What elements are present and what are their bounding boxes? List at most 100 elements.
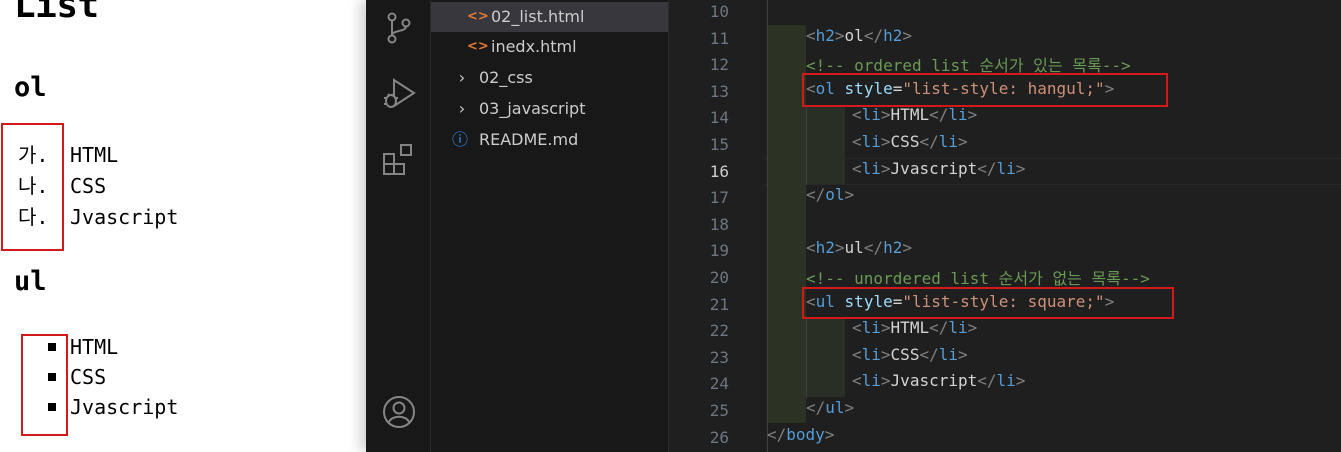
line-number: 26	[709, 427, 729, 447]
code-token: ol	[844, 25, 864, 45]
line-number: 14	[709, 108, 729, 128]
code-token: ul	[825, 398, 845, 417]
explorer-sidebar: <> 02_list.html <> inedx.html › 02_css ›…	[431, 0, 669, 452]
vscode-window: <> 02_list.html <> inedx.html › 02_css ›…	[366, 0, 1341, 452]
line-number: 10	[709, 2, 729, 21]
code-token: li	[948, 318, 968, 338]
info-icon: ⓘ	[452, 130, 469, 149]
explorer-item-inedx-html[interactable]: <> inedx.html	[431, 32, 668, 62]
explorer-item-label: inedx.html	[491, 37, 577, 56]
list-item-text: Jvascript	[70, 395, 179, 419]
code-line-15: <li>CSS</li>	[852, 132, 968, 151]
code-token: li	[996, 371, 1016, 391]
indent-highlight	[767, 25, 806, 423]
line-number: 24	[709, 374, 729, 394]
code-token: li	[861, 371, 881, 391]
chevron-right-icon: ›	[458, 68, 466, 87]
ol-style-highlight-box	[802, 73, 1168, 107]
line-number: 23	[709, 347, 729, 367]
line-number: 15	[709, 135, 729, 154]
chevron-right-icon: ›	[458, 99, 466, 118]
html-file-icon: <>	[467, 39, 489, 54]
code-token: body	[786, 424, 825, 444]
code-line-22: <li>HTML</li>	[852, 318, 978, 338]
explorer-item-label: 02_list.html	[491, 7, 585, 26]
line-number: 25	[709, 401, 729, 420]
indent-guide	[767, 0, 768, 452]
code-token: h2	[815, 238, 835, 258]
indent-highlight	[806, 318, 845, 397]
code-token: li	[861, 318, 881, 338]
code-token: li	[938, 344, 958, 364]
code-token: CSS	[890, 344, 920, 364]
ul-heading: ul	[14, 266, 47, 297]
code-token: li	[861, 105, 881, 125]
code-line-24: <li>Jvascript</li>	[852, 371, 1026, 391]
account-icon[interactable]	[381, 394, 417, 430]
code-line-25: </ul>	[806, 398, 855, 417]
explorer-folder-03-javascript[interactable]: › 03_javascript	[431, 94, 668, 124]
line-number: 18	[709, 214, 729, 234]
indent-guide	[806, 105, 807, 185]
code-line-23: <li>CSS</li>	[852, 344, 968, 364]
ol-heading: ol	[14, 72, 47, 103]
list-item-text: HTML	[70, 335, 119, 359]
code-line-17: </ol>	[806, 185, 855, 205]
ul-style-highlight-box	[802, 287, 1174, 319]
code-editor[interactable]: 10 11 12 13 14 15 16 17 18 19 20 21 22 2…	[669, 0, 1341, 452]
code-area: <h2>ol</h2> <!-- ordered list 순서가 있는 목록-…	[767, 0, 1341, 452]
line-number: 20	[709, 268, 729, 287]
line-number: 16	[709, 161, 729, 181]
code-line-19: <h2>ul</h2>	[806, 238, 912, 258]
code-token: HTML	[890, 105, 930, 125]
code-line-16: <li>Jvascript</li>	[852, 158, 1026, 178]
code-token: li	[938, 132, 958, 151]
indent-guide	[806, 318, 807, 398]
explorer-item-readme[interactable]: ⓘ README.md	[431, 125, 668, 155]
activity-bar	[366, 0, 431, 452]
explorer-item-02-list-html[interactable]: <> 02_list.html	[431, 2, 668, 32]
run-debug-icon[interactable]	[381, 76, 417, 112]
code-token: h2	[815, 25, 835, 45]
list-item-text: CSS	[70, 174, 107, 198]
extensions-icon[interactable]	[381, 142, 417, 178]
list-item-text: CSS	[70, 365, 107, 389]
explorer-folder-02-css[interactable]: › 02_css	[431, 63, 668, 93]
code-token: li	[861, 158, 881, 178]
line-number: 22	[709, 321, 729, 341]
code-token: li	[996, 158, 1016, 178]
code-token: ul	[844, 238, 864, 258]
list-item-text: HTML	[70, 143, 119, 167]
code-line-11: <h2>ol</h2>	[806, 25, 912, 45]
line-number: 19	[709, 241, 729, 261]
code-token: h2	[883, 238, 903, 258]
explorer-item-label: 03_javascript	[479, 99, 586, 118]
code-token: CSS	[890, 132, 920, 151]
ol-marker-highlight-box	[1, 123, 64, 251]
code-token: li	[948, 105, 968, 125]
code-line-14: <li>HTML</li>	[852, 105, 978, 125]
code-token: li	[861, 132, 881, 151]
code-token: HTML	[890, 318, 930, 338]
line-number: 11	[709, 28, 729, 48]
line-number: 13	[709, 81, 729, 101]
code-token: h2	[883, 25, 903, 45]
code-token: Jvascript	[890, 371, 978, 391]
code-token: ol	[825, 185, 845, 205]
line-number-gutter: 10 11 12 13 14 15 16 17 18 19 20 21 22 2…	[669, 0, 749, 452]
page-title: List	[14, 0, 99, 26]
ul-marker-highlight-box	[21, 334, 68, 436]
list-item-text: Jvascript	[70, 205, 179, 229]
explorer-item-label: README.md	[479, 130, 579, 149]
html-file-icon: <>	[467, 9, 489, 24]
code-token: li	[861, 344, 881, 364]
code-token: Jvascript	[890, 158, 978, 178]
line-number: 12	[709, 55, 729, 75]
code-line-26: </body>	[767, 424, 835, 444]
line-number: 17	[709, 188, 729, 208]
browser-preview: List ol 가. HTML 나. CSS 다. Jvascript ul H…	[0, 0, 366, 452]
line-number: 21	[709, 294, 729, 314]
source-control-icon[interactable]	[381, 10, 417, 46]
explorer-item-label: 02_css	[479, 68, 533, 87]
indent-highlight	[806, 105, 845, 184]
